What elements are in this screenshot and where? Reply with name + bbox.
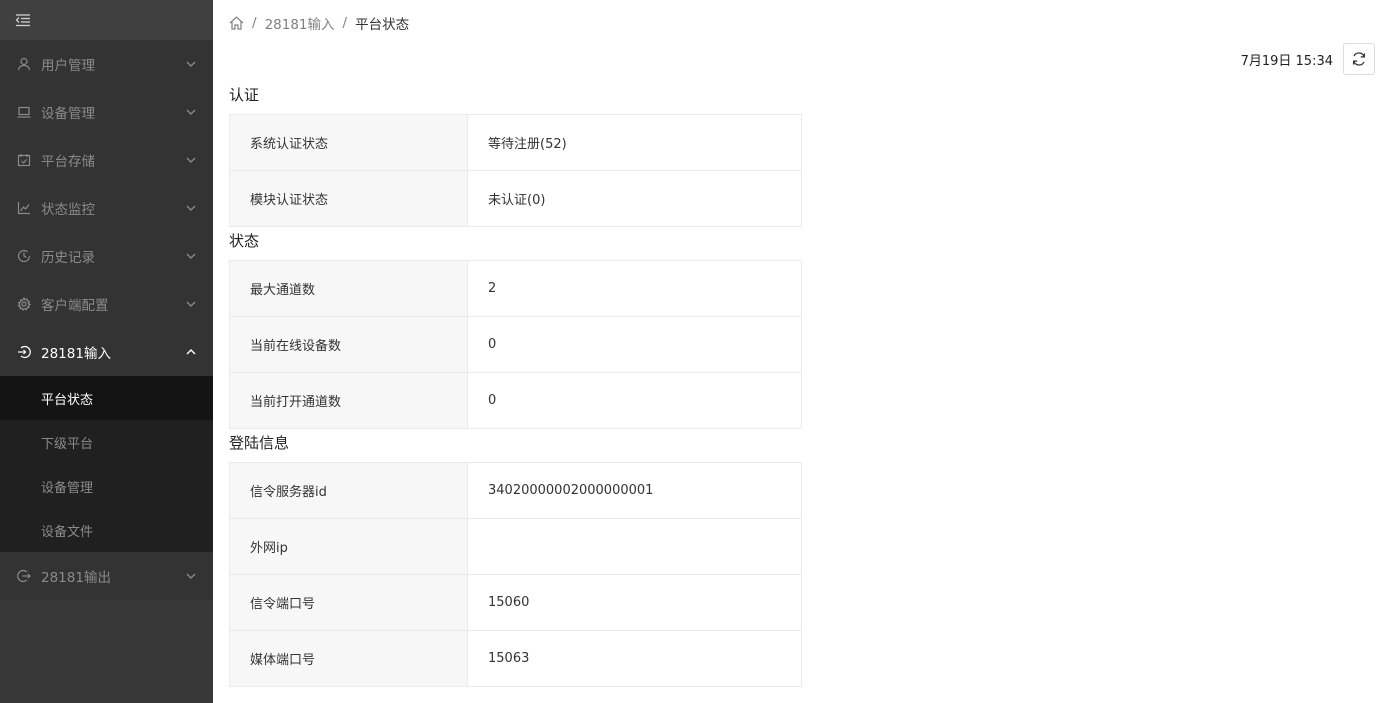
submenu-item-label: 设备文件 (41, 524, 94, 540)
table-row: 信令服务器id 34020000002000000001 (229, 462, 802, 519)
breadcrumb-current: 平台状态 (355, 17, 410, 33)
row-key: 外网ip (229, 518, 468, 575)
chevron-down-icon (186, 107, 196, 117)
section-title-status: 状态 (229, 232, 260, 250)
row-value: 未认证(0) (467, 170, 802, 227)
menu-item-device-management[interactable]: 设备管理 (0, 88, 213, 136)
refresh-icon (1351, 51, 1367, 67)
menu-item-client-config[interactable]: 客户端配置 (0, 280, 213, 328)
menu-item-platform-storage[interactable]: 平台存储 (0, 136, 213, 184)
menu-item-label: 用户管理 (41, 58, 95, 74)
login-table: 信令服务器id 34020000002000000001 外网ip 信令端口号 … (229, 462, 802, 687)
table-row: 系统认证状态 等待注册(52) (229, 114, 802, 171)
chevron-up-icon (186, 347, 196, 357)
submenu-item-device-management[interactable]: 设备管理 (0, 464, 213, 508)
submenu-item-label: 平台状态 (41, 392, 94, 408)
table-row: 当前在线设备数 0 (229, 316, 802, 373)
chevron-down-icon (186, 299, 196, 309)
chevron-down-icon (186, 571, 196, 581)
status-table: 最大通道数 2 当前在线设备数 0 当前打开通道数 0 (229, 260, 802, 429)
chevron-down-icon (186, 59, 196, 69)
calendar-check-icon (17, 153, 31, 167)
section-title-login: 登陆信息 (229, 434, 290, 452)
gear-icon (17, 297, 31, 311)
row-value: 0 (467, 316, 802, 373)
main-content: / 28181输入 / 平台状态 7月19日 15:34 认证 系统认证状态 等… (213, 0, 1389, 703)
sidebar: 用户管理 设备管理 平台存储 状态监控 历史记录 客户端配置 28181输入 平… (0, 0, 213, 703)
home-icon[interactable] (229, 16, 244, 31)
menu-item-label: 28181输出 (41, 570, 111, 586)
row-value: 15060 (467, 574, 802, 631)
row-key: 最大通道数 (229, 260, 468, 317)
user-icon (17, 57, 31, 71)
row-value: 15063 (467, 630, 802, 687)
table-row: 信令端口号 15060 (229, 574, 802, 631)
row-key: 当前打开通道数 (229, 372, 468, 429)
collapse-menu-icon[interactable] (15, 13, 31, 27)
submenu-item-label: 设备管理 (41, 480, 94, 496)
row-value: 0 (467, 372, 802, 429)
clock-icon (17, 249, 31, 263)
row-key: 信令端口号 (229, 574, 468, 631)
menu-item-label: 客户端配置 (41, 298, 109, 314)
chevron-down-icon (186, 155, 196, 165)
monitor-icon (17, 105, 31, 119)
timebar: 7月19日 15:34 (1241, 43, 1375, 75)
menu-item-label: 平台存储 (41, 154, 95, 170)
submenu-item-device-files[interactable]: 设备文件 (0, 508, 213, 552)
chevron-down-icon (186, 251, 196, 261)
line-chart-icon (17, 201, 31, 215)
submenu-item-label: 下级平台 (41, 436, 94, 452)
row-value (467, 518, 802, 575)
sidebar-header (0, 0, 213, 40)
menu-item-status-monitor[interactable]: 状态监控 (0, 184, 213, 232)
chevron-down-icon (186, 203, 196, 213)
table-row: 最大通道数 2 (229, 260, 802, 317)
section-title-auth: 认证 (229, 86, 260, 104)
row-value: 等待注册(52) (467, 114, 802, 171)
breadcrumb-separator: / (252, 15, 257, 31)
menu-item-28181-input[interactable]: 28181输入 (0, 328, 213, 376)
table-row: 模块认证状态 未认证(0) (229, 170, 802, 227)
menu-item-label: 28181输入 (41, 346, 111, 362)
submenu-item-platform-status[interactable]: 平台状态 (0, 376, 213, 420)
submenu-28181-input: 平台状态 下级平台 设备管理 设备文件 (0, 376, 213, 552)
menu-item-28181-output[interactable]: 28181输出 (0, 552, 213, 600)
table-row: 媒体端口号 15063 (229, 630, 802, 687)
menu-item-history[interactable]: 历史记录 (0, 232, 213, 280)
row-value: 34020000002000000001 (467, 462, 802, 519)
auth-table: 系统认证状态 等待注册(52) 模块认证状态 未认证(0) (229, 114, 802, 227)
table-row: 外网ip (229, 518, 802, 575)
refresh-button[interactable] (1343, 43, 1375, 75)
row-key: 信令服务器id (229, 462, 468, 519)
row-key: 当前在线设备数 (229, 316, 468, 373)
current-time: 7月19日 15:34 (1240, 53, 1333, 69)
login-icon (17, 345, 31, 359)
row-key: 媒体端口号 (229, 630, 468, 687)
menu-item-label: 状态监控 (41, 202, 95, 218)
breadcrumb-separator: / (342, 15, 348, 31)
row-value: 2 (467, 260, 802, 317)
breadcrumb-level1[interactable]: 28181输入 (265, 13, 335, 33)
submenu-item-sub-platform[interactable]: 下级平台 (0, 420, 213, 464)
menu-item-user-management[interactable]: 用户管理 (0, 40, 213, 88)
breadcrumb: / 28181输入 / 平台状态 (229, 13, 410, 33)
table-row: 当前打开通道数 0 (229, 372, 802, 429)
menu-item-label: 设备管理 (41, 106, 95, 122)
row-key: 系统认证状态 (229, 114, 468, 171)
menu-item-label: 历史记录 (41, 250, 95, 266)
logout-icon (17, 569, 31, 583)
row-key: 模块认证状态 (229, 170, 468, 227)
